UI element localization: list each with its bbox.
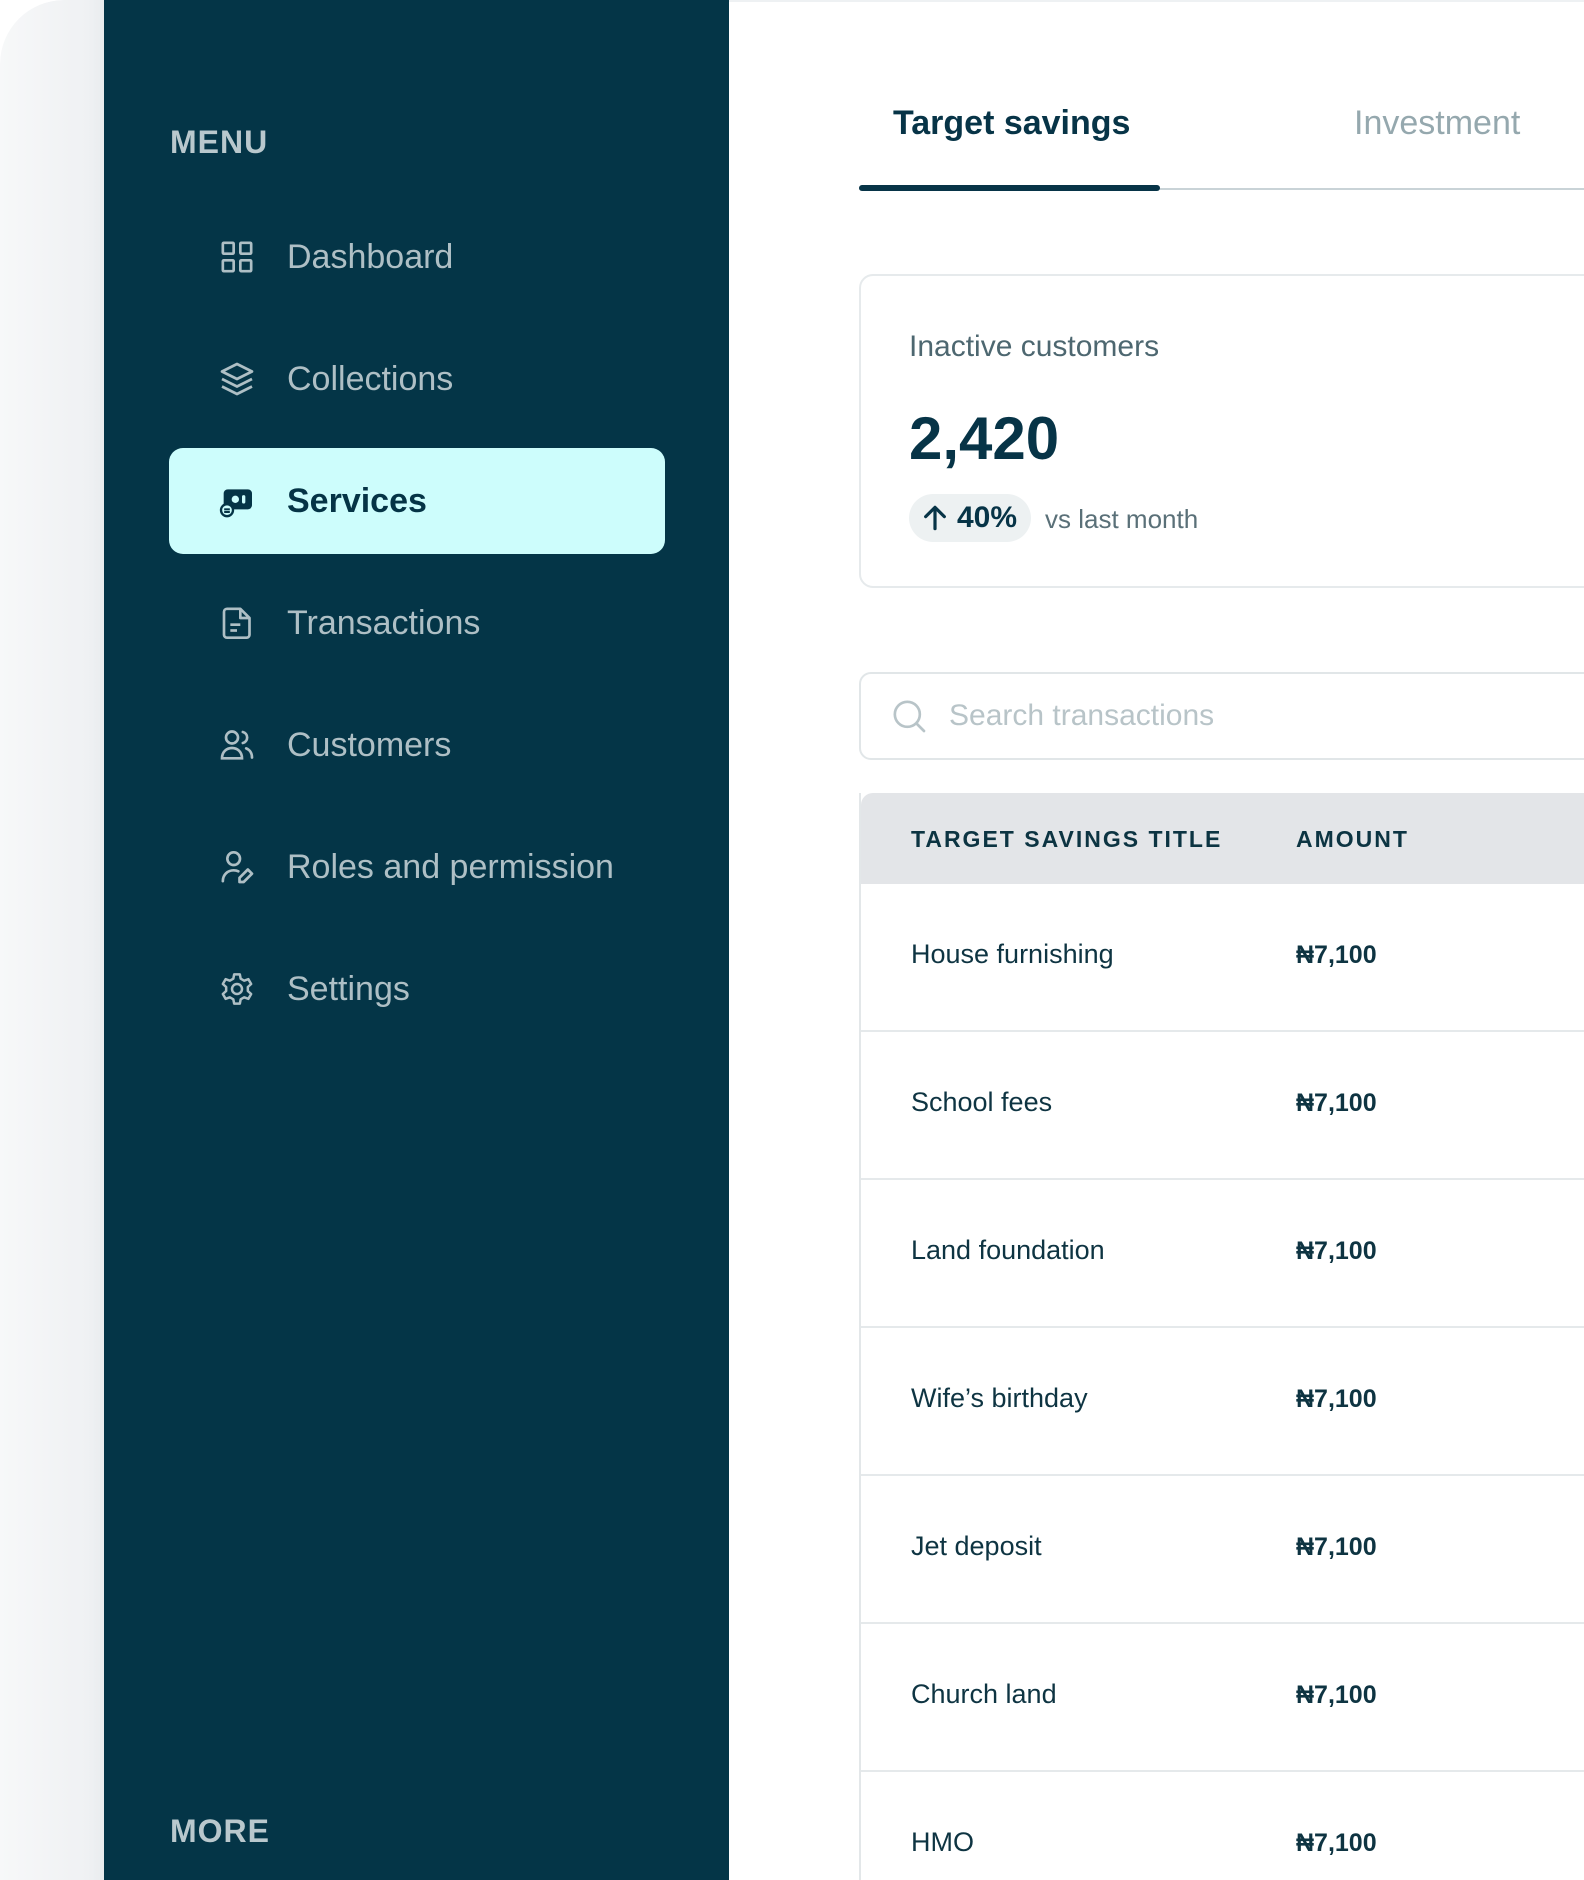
table-row[interactable]: House furnishing ₦7,100: [861, 884, 1584, 1032]
column-header-title[interactable]: TARGET SAVINGS TITLE: [911, 826, 1222, 853]
sidebar-item-dashboard[interactable]: Dashboard: [169, 204, 665, 310]
trend-badge: 40%: [909, 494, 1032, 542]
window-bezel: [0, 0, 104, 1880]
table-row[interactable]: Wife’s birthday ₦7,100: [861, 1328, 1584, 1476]
table-row[interactable]: Land foundation ₦7,100: [861, 1180, 1584, 1328]
savings-title: Wife’s birthday: [911, 1383, 1088, 1413]
sidebar-item-transactions[interactable]: Transactions: [169, 570, 665, 676]
document-icon: [217, 603, 257, 643]
sidebar-item-label: Dashboard: [287, 237, 454, 276]
stat-label: Inactive customers: [909, 330, 1160, 363]
inactive-customers-card: Inactive customers 2,420 40% vs last mon…: [859, 274, 1584, 588]
stat-value: 2,420: [909, 405, 1060, 472]
savings-amount: ₦7,100: [1296, 941, 1377, 969]
sidebar-item-label: Collections: [287, 359, 454, 398]
savings-title: Jet deposit: [911, 1531, 1042, 1561]
sidebar-item-label: Settings: [287, 969, 410, 1008]
sidebar-item-label: Transactions: [287, 603, 481, 642]
sidebar-item-label: Roles and permission: [287, 847, 614, 886]
savings-title: HMO: [911, 1827, 974, 1857]
trend-caption: vs last month: [1045, 504, 1199, 534]
main-content: Target savings Investment Inactive custo…: [729, 0, 1584, 1880]
arrow-up-icon: [924, 505, 946, 531]
sidebar: MENU Dashboard Collections Services Tran…: [104, 0, 729, 1880]
sidebar-item-collections[interactable]: Collections: [169, 326, 665, 432]
search-bar[interactable]: [859, 672, 1584, 760]
user-edit-icon: [217, 847, 257, 887]
trend-value: 40%: [957, 501, 1018, 534]
savings-amount: ₦7,100: [1296, 1681, 1377, 1709]
savings-title: School fees: [911, 1087, 1053, 1117]
table-header: TARGET SAVINGS TITLE AMOUNT: [861, 793, 1584, 884]
table-row[interactable]: HMO ₦7,100: [861, 1772, 1584, 1880]
services-icon: [217, 481, 257, 521]
menu-heading: MENU: [170, 124, 269, 160]
table-row[interactable]: Church land ₦7,100: [861, 1624, 1584, 1772]
gear-icon: [217, 969, 257, 1009]
target-savings-table: TARGET SAVINGS TITLE AMOUNT House furnis…: [859, 793, 1584, 1880]
search-icon: [893, 700, 926, 733]
savings-amount: ₦7,100: [1296, 1089, 1377, 1117]
top-divider: [729, 0, 1584, 2]
users-icon: [217, 725, 257, 765]
grid-icon: [217, 237, 257, 277]
sidebar-item-customers[interactable]: Customers: [169, 692, 665, 798]
sidebar-item-label: Services: [287, 481, 427, 520]
more-heading: MORE: [170, 1813, 270, 1849]
savings-amount: ₦7,100: [1296, 1385, 1377, 1413]
sidebar-item-services[interactable]: Services: [169, 448, 665, 554]
table-row[interactable]: School fees ₦7,100: [861, 1032, 1584, 1180]
savings-title: Church land: [911, 1679, 1057, 1709]
search-input[interactable]: [947, 698, 1511, 734]
tab-investment[interactable]: Investment: [1354, 104, 1520, 143]
savings-amount: ₦7,100: [1296, 1829, 1377, 1857]
table-row[interactable]: Jet deposit ₦7,100: [861, 1476, 1584, 1624]
savings-title: House furnishing: [911, 939, 1114, 969]
active-tab-indicator: [859, 185, 1160, 191]
savings-amount: ₦7,100: [1296, 1533, 1377, 1561]
tab-target-savings[interactable]: Target savings: [893, 104, 1130, 143]
sidebar-item-roles-and-permission[interactable]: Roles and permission: [169, 814, 665, 920]
sidebar-item-settings[interactable]: Settings: [169, 936, 665, 1042]
savings-title: Land foundation: [911, 1235, 1105, 1265]
sidebar-item-label: Customers: [287, 725, 452, 764]
layers-icon: [217, 359, 257, 399]
column-header-amount[interactable]: AMOUNT: [1296, 826, 1409, 853]
savings-amount: ₦7,100: [1296, 1237, 1377, 1265]
app-window: MENU Dashboard Collections Services Tran…: [0, 0, 1584, 1880]
